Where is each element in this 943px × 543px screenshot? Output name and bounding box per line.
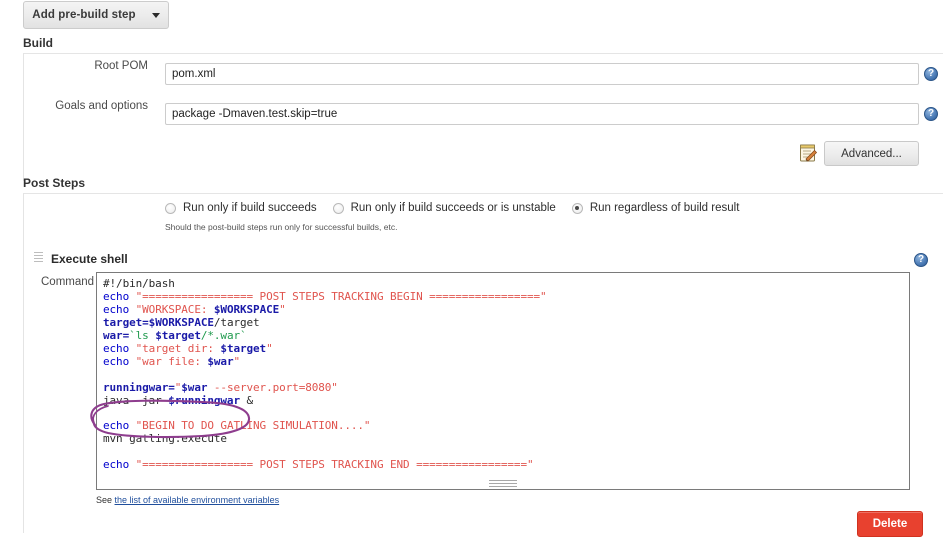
radio-dot (571, 202, 583, 214)
radio-run-regardless-of-build-result[interactable]: Run regardless of build result (571, 202, 740, 214)
drag-handle-icon[interactable] (34, 252, 43, 264)
help-icon-root-pom[interactable] (924, 67, 938, 81)
post-steps-hint: Should the post-build steps run only for… (165, 222, 398, 232)
help-icon-goals[interactable] (924, 107, 938, 121)
goals-and-options-input[interactable] (165, 103, 919, 125)
goals-and-options-label: Goals and options (55, 100, 148, 112)
radio-label: Run only if build succeeds or is unstabl… (350, 202, 556, 214)
radio-dot (165, 202, 176, 214)
jenkins-job-config-page: Add pre-build step Build Root POM Goals … (0, 0, 943, 543)
help-icon-execute-shell[interactable] (914, 253, 928, 267)
add-prebuild-step-label: Add pre-build step (32, 9, 136, 21)
radio-label: Run only if build succeeds (183, 202, 317, 214)
shell-script-content: #!/bin/bash echo "================= POST… (103, 277, 547, 472)
post-steps-section-rail (23, 193, 24, 533)
env-variables-link[interactable]: the list of available environment variab… (115, 495, 280, 505)
post-steps-section-heading: Post Steps (23, 176, 86, 190)
advanced-button[interactable]: Advanced... (824, 141, 919, 166)
resize-grip-icon[interactable] (489, 480, 517, 487)
build-section-rail (23, 53, 24, 181)
root-pom-label: Root POM (94, 60, 148, 72)
chevron-down-icon (151, 12, 160, 18)
delete-button[interactable]: Delete (857, 511, 923, 537)
post-steps-section-divider (23, 193, 943, 194)
env-note-prefix: See (96, 495, 115, 505)
radio-dot (332, 202, 344, 214)
post-steps-radio-group[interactable]: Run only if build succeeds Run only if b… (165, 202, 755, 214)
environment-variables-note: See the list of available environment va… (96, 495, 279, 505)
shell-command-textarea[interactable]: #!/bin/bash echo "================= POST… (96, 272, 910, 490)
radio-label: Run regardless of build result (589, 202, 740, 214)
command-label: Command (41, 276, 95, 288)
add-prebuild-step-button[interactable]: Add pre-build step (23, 1, 169, 29)
execute-shell-title: Execute shell (51, 252, 128, 266)
notepad-pencil-icon[interactable] (798, 143, 818, 163)
radio-run-only-if-build-succeeds[interactable]: Run only if build succeeds (165, 202, 317, 214)
build-section-divider (23, 53, 943, 54)
root-pom-input[interactable] (165, 63, 919, 85)
radio-run-only-if-succeeds-or-unstable[interactable]: Run only if build succeeds or is unstabl… (332, 202, 556, 214)
build-section-heading: Build (23, 36, 53, 50)
